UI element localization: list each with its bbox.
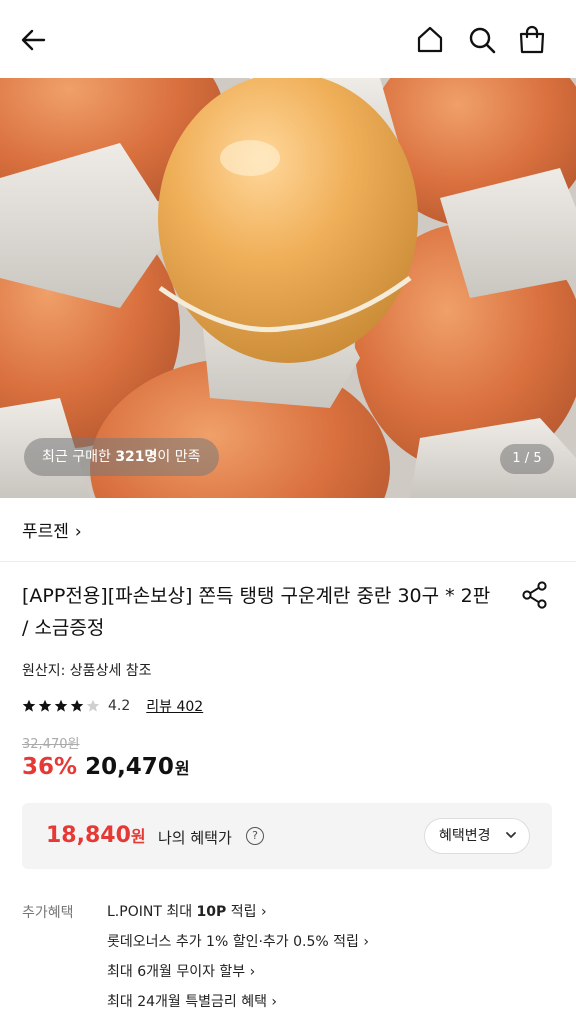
shopping-bag-icon[interactable]	[516, 24, 548, 56]
search-icon[interactable]	[466, 24, 498, 56]
brand-link[interactable]: 푸르젠 ›	[22, 517, 82, 542]
chevron-down-icon	[505, 819, 517, 866]
buyers-prefix: 최근 구매한	[42, 449, 116, 465]
benefit-price-currency: 원	[130, 827, 146, 846]
egg-product-photo	[0, 78, 576, 498]
review-link[interactable]: 리뷰 402	[146, 696, 203, 716]
extra-item-text: 적립 ›	[226, 904, 267, 920]
product-title: [APP전용][파손보상] 쫀득 탱탱 구운계란 중란 30구 * 2판 / 소…	[22, 585, 491, 639]
star-icon	[38, 699, 52, 712]
extra-benefit-lotte-owners[interactable]: 롯데오너스 추가 1% 할인·추가 0.5% 적립 ›	[107, 930, 369, 960]
share-icon[interactable]	[520, 580, 550, 610]
chevron-right-icon: ›	[74, 522, 82, 542]
buyers-count: 321명	[115, 449, 158, 465]
sale-price: 20,470	[85, 754, 174, 780]
price-currency: 원	[174, 759, 190, 778]
extra-item-text: 최대 6개월 무이자 할부 ›	[107, 964, 256, 980]
benefit-price: 18,840원	[46, 823, 146, 848]
star-rating	[22, 699, 100, 713]
star-icon	[22, 699, 36, 712]
brand-name: 푸르젠	[22, 522, 69, 542]
rating-row: 4.2 리뷰 402	[22, 696, 203, 716]
home-icon[interactable]	[414, 24, 446, 56]
extra-item-text: 최대 24개월 특별금리 혜택 ›	[107, 994, 278, 1010]
extra-item-bold: 10P	[196, 904, 227, 920]
buyers-suffix: 이 만족	[157, 449, 201, 465]
star-icon	[54, 699, 68, 712]
star-icon	[70, 699, 84, 712]
benefit-price-box: 18,840원 나의 혜택가 ? 혜택변경	[22, 803, 552, 869]
original-price: 32,470원	[22, 737, 80, 752]
extra-benefit-lpoint[interactable]: L.POINT 최대 10P 적립 ›	[107, 900, 369, 930]
price-row: 36% 20,470 원	[22, 754, 190, 780]
divider	[0, 561, 576, 562]
benefit-price-value: 18,840	[46, 823, 131, 848]
discount-rate: 36%	[22, 754, 78, 780]
rating-score: 4.2	[108, 698, 131, 714]
extra-benefits-list: L.POINT 최대 10P 적립 › 롯데오너스 추가 1% 할인·추가 0.…	[107, 900, 369, 1020]
origin-text: 원산지: 상품상세 참조	[22, 663, 152, 679]
star-empty-icon	[86, 699, 100, 712]
extra-item-text: L.POINT 최대	[107, 904, 197, 920]
help-icon[interactable]: ?	[246, 827, 264, 845]
change-benefit-button[interactable]: 혜택변경	[424, 818, 530, 854]
top-bar	[0, 0, 576, 78]
benefit-label: 나의 혜택가	[158, 829, 232, 847]
extra-benefits-label: 추가혜택	[22, 905, 74, 921]
change-benefit-label: 혜택변경	[439, 828, 491, 844]
product-image-carousel[interactable]: 최근 구매한 321명이 만족 1 / 5	[0, 78, 576, 498]
extra-benefit-installment[interactable]: 최대 6개월 무이자 할부 ›	[107, 960, 369, 990]
back-arrow-icon[interactable]	[18, 24, 50, 56]
recent-buyers-badge: 최근 구매한 321명이 만족	[24, 438, 219, 476]
image-page-counter: 1 / 5	[500, 444, 554, 474]
extra-item-text: 롯데오너스 추가 1% 할인·추가 0.5% 적립 ›	[107, 934, 369, 950]
extra-benefit-special-rate[interactable]: 최대 24개월 특별금리 혜택 ›	[107, 990, 369, 1020]
